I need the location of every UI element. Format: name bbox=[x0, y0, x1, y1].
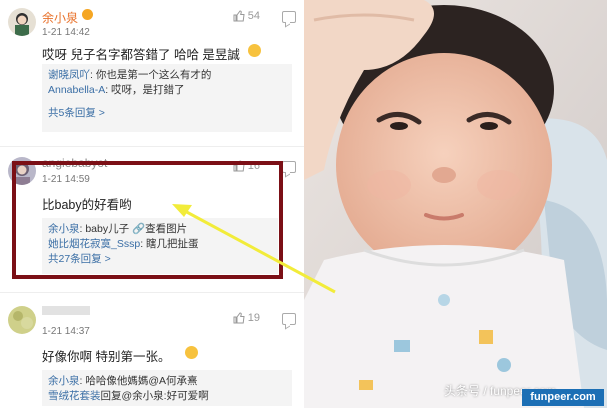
comment-item: 1-21 14:37 19 好像你啊 特别第一张。 余小泉: 哈哈像他媽媽@A何… bbox=[0, 298, 304, 408]
divider bbox=[0, 146, 304, 147]
comment-time: 1-21 14:42 bbox=[42, 27, 90, 38]
reply-item: Annabella-A: 哎呀，是打錯了 bbox=[48, 83, 286, 98]
reply-icon[interactable] bbox=[282, 161, 296, 173]
reply-item: 余小泉: 哈哈像他媽媽@A何承熹 bbox=[48, 374, 286, 389]
reply-icon[interactable] bbox=[282, 11, 296, 23]
reply-list: 谢晓凤吖: 你也是第一个这么有才的 Annabella-A: 哎呀，是打錯了 共… bbox=[42, 64, 292, 132]
comment-item: 余小泉 1-21 14:42 54 哎呀 兒子名字都答錯了 哈哈 是昱誠 谢晓凤… bbox=[0, 0, 304, 140]
reply-item: 谢晓凤吖: 你也是第一个这么有才的 bbox=[48, 68, 286, 83]
emoji-icon bbox=[248, 44, 261, 57]
site-badge: funpeer.com bbox=[522, 389, 604, 406]
thumb-up-icon bbox=[233, 312, 245, 324]
author-name-redacted bbox=[42, 306, 90, 315]
reply-author[interactable]: 谢晓凤吖 bbox=[48, 69, 90, 81]
thumb-up-icon bbox=[233, 10, 245, 22]
like-count: 19 bbox=[247, 312, 260, 324]
like-button[interactable]: 54 bbox=[233, 10, 260, 22]
reply-author[interactable]: 余小泉 bbox=[48, 375, 80, 387]
comment-time: 1-21 14:37 bbox=[42, 326, 90, 337]
reply-text: : 哎呀，是打錯了 bbox=[105, 84, 185, 96]
like-count: 54 bbox=[247, 10, 260, 22]
avatar[interactable] bbox=[8, 8, 36, 36]
reply-item: 雪绒花套装回复@余小泉:好可爱啊 bbox=[48, 389, 286, 404]
reply-text: : 你也是第一个这么有才的 bbox=[90, 69, 212, 81]
baby-photo bbox=[304, 0, 607, 408]
highlight-box bbox=[12, 161, 283, 279]
comment-text: 好像你啊 特别第一张。 bbox=[42, 350, 171, 364]
avatar[interactable] bbox=[8, 306, 36, 334]
emoji-icon bbox=[185, 346, 198, 359]
reply-list: 余小泉: 哈哈像他媽媽@A何承熹 雪绒花套装回复@余小泉:好可爱啊 bbox=[42, 370, 292, 406]
reply-text: 回复@余小泉:好可爱啊 bbox=[100, 390, 209, 402]
comment-text: 哎呀 兒子名字都答錯了 哈哈 是昱誠 bbox=[42, 48, 240, 62]
reply-author[interactable]: Annabella-A bbox=[48, 84, 105, 96]
divider bbox=[0, 292, 304, 293]
more-replies-link[interactable]: 共5条回复 > bbox=[48, 106, 286, 121]
reply-icon[interactable] bbox=[282, 313, 296, 325]
comment-author[interactable]: 余小泉 bbox=[42, 9, 78, 26]
comment-feed: 余小泉 1-21 14:42 54 哎呀 兒子名字都答錯了 哈哈 是昱誠 谢晓凤… bbox=[0, 0, 304, 408]
like-button[interactable]: 19 bbox=[233, 312, 260, 324]
vip-badge-icon bbox=[82, 9, 93, 20]
reply-text: : 哈哈像他媽媽@A何承熹 bbox=[79, 375, 198, 387]
reply-author[interactable]: 雪绒花套装 bbox=[48, 390, 101, 402]
